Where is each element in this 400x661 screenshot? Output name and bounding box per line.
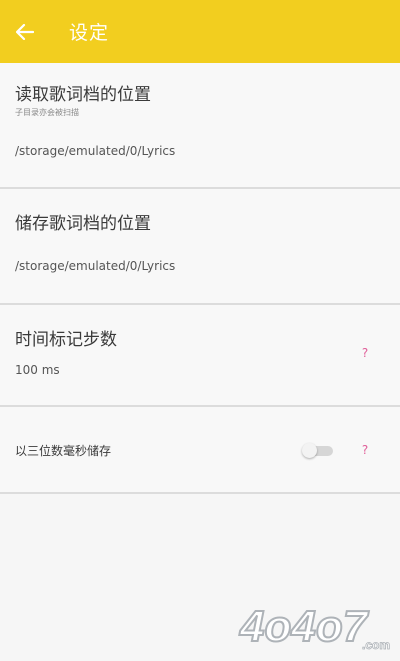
- help-icon[interactable]: ?: [359, 443, 371, 457]
- divider: [0, 492, 400, 494]
- back-button[interactable]: [10, 17, 40, 47]
- toggle-thumb: [302, 443, 317, 458]
- setting-title: 储存歌词档的位置: [15, 214, 151, 234]
- setting-save-lyrics-location[interactable]: 储存歌词档的位置 /storage/emulated/0/Lyrics: [0, 189, 400, 303]
- setting-time-tag-step[interactable]: 时间标记步数 100 ms ?: [0, 305, 400, 405]
- site-watermark-logo: 4o4o7 .com: [238, 601, 390, 652]
- setting-value: /storage/emulated/0/Lyrics: [15, 144, 176, 158]
- app-bar: 设定: [0, 0, 400, 63]
- setting-three-digit-ms[interactable]: 以三位数毫秒储存 ?: [0, 407, 400, 492]
- svg-text:4o4o7: 4o4o7: [239, 602, 370, 651]
- help-icon[interactable]: ?: [359, 346, 371, 360]
- setting-value: 100 ms: [15, 363, 60, 377]
- setting-read-lyrics-location[interactable]: 读取歌词档的位置 子目录亦会被扫描 /storage/emulated/0/Ly…: [0, 63, 400, 187]
- arrow-left-icon: [16, 24, 34, 40]
- setting-subtitle: 子目录亦会被扫描: [15, 108, 79, 117]
- setting-value: /storage/emulated/0/Lyrics: [15, 259, 176, 273]
- svg-text:.com: .com: [362, 638, 390, 652]
- setting-title: 时间标记步数: [15, 330, 117, 350]
- setting-title: 以三位数毫秒储存: [15, 444, 112, 458]
- setting-title: 读取歌词档的位置: [15, 85, 151, 105]
- page-title: 设定: [69, 22, 110, 44]
- three-digit-ms-toggle[interactable]: [302, 443, 333, 458]
